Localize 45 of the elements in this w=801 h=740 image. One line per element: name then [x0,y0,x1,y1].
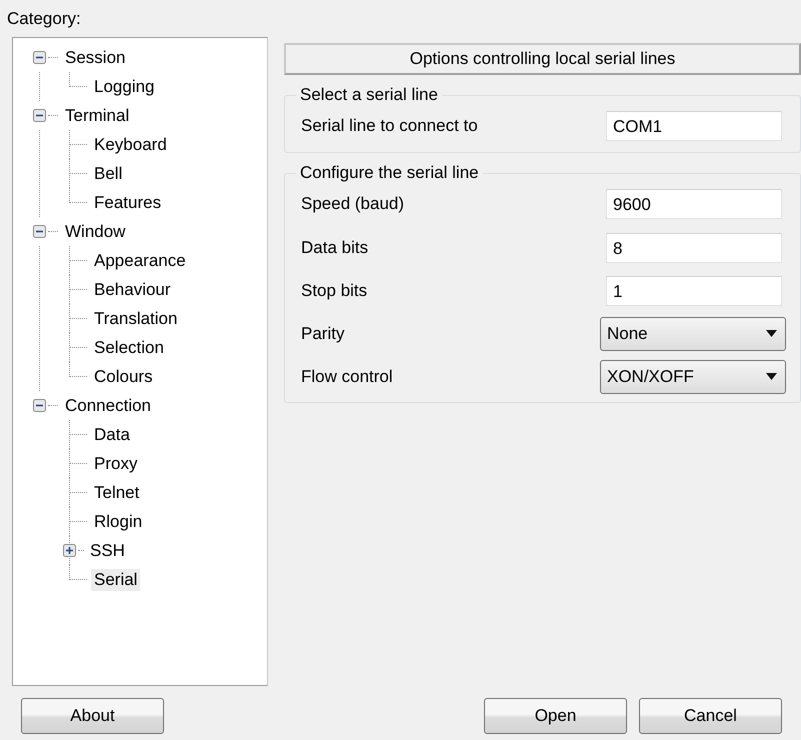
tree-item[interactable]: Proxy [91,452,140,474]
input-field[interactable]: 1 [606,276,782,306]
tree-item[interactable]: Serial [91,568,140,590]
tree-item[interactable]: Behaviour [91,278,174,300]
field-label: Stop bits [301,280,368,300]
dropdown-arrow-icon [766,330,777,337]
tree-item[interactable]: SSH [87,540,128,562]
tree-item[interactable]: Data [91,424,133,446]
tree-item[interactable]: Terminal [62,104,132,126]
field-label: Data bits [301,238,368,258]
cancel-button[interactable]: Cancel [639,698,782,734]
field-label: Speed (baud) [301,194,404,214]
category-label: Category: [7,8,82,30]
collapse-icon[interactable] [33,225,46,238]
tree-item[interactable]: Features [91,192,164,214]
tree-item[interactable]: Session [62,46,128,68]
field-label: Parity [301,324,344,344]
dropdown-arrow-icon [766,373,777,380]
tree-item[interactable]: Appearance [91,250,189,272]
input-field[interactable]: 9600 [606,188,782,218]
collapse-icon[interactable] [33,51,46,64]
field-label: Serial line to connect to [301,116,478,136]
tree-item[interactable]: Translation [91,308,180,330]
tree-item[interactable]: Connection [62,394,154,416]
open-button[interactable]: Open [484,698,627,734]
tree-item[interactable]: Logging [91,76,158,98]
field-label: Flow control [301,366,393,386]
about-button[interactable]: About [21,698,164,734]
tree-item[interactable]: Colours [91,366,156,388]
group-title: Select a serial line [299,85,439,105]
tree-item[interactable]: Bell [91,162,126,184]
tree-item[interactable]: Telnet [91,482,142,504]
input-field[interactable]: COM1 [606,110,782,140]
expand-icon[interactable] [63,544,76,557]
dropdown[interactable]: XON/XOFF [600,360,786,394]
collapse-icon[interactable] [33,399,46,412]
tree-item[interactable]: Window [62,220,128,242]
group-title: Configure the serial line [299,163,480,183]
dropdown[interactable]: None [600,316,786,350]
panel-title: Options controlling local serial lines [284,43,801,75]
tree-item[interactable]: Rlogin [91,510,146,532]
tree-item[interactable]: Selection [91,336,167,358]
tree-item[interactable]: Keyboard [91,134,170,156]
input-field[interactable]: 8 [606,232,782,262]
collapse-icon[interactable] [33,109,46,122]
